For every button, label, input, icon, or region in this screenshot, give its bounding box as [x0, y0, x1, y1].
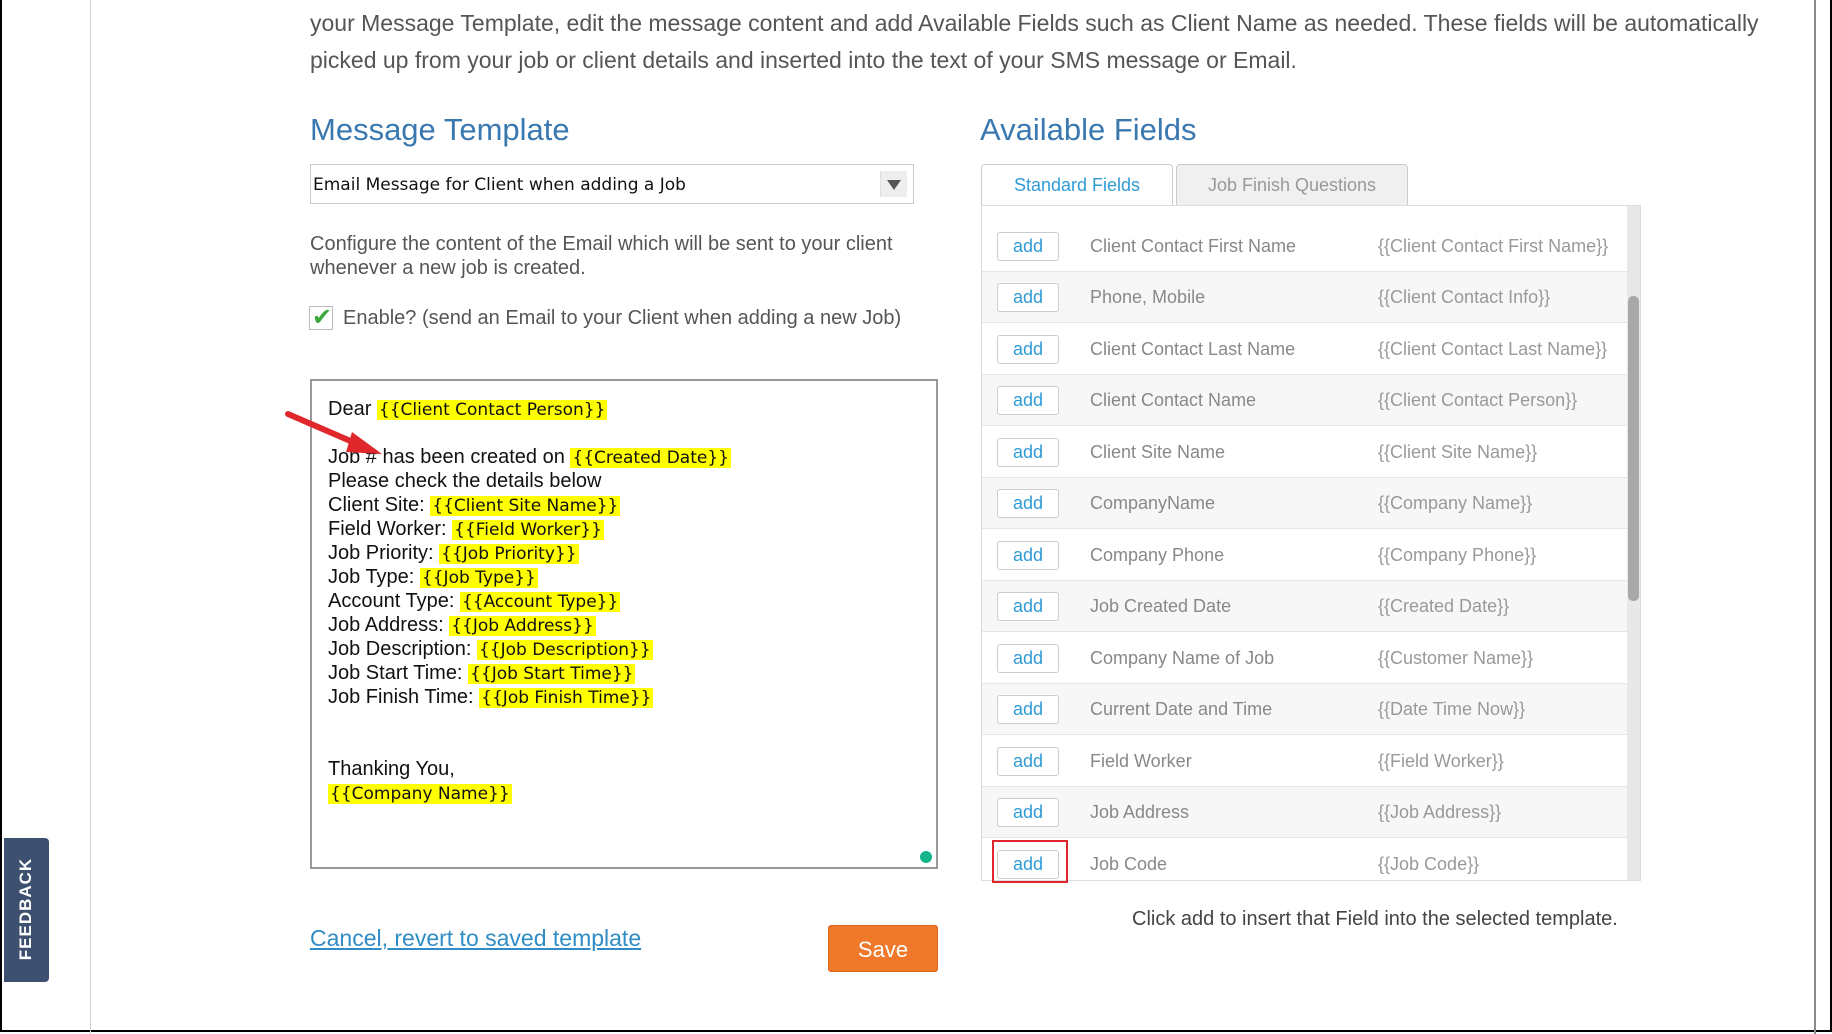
field-token: {{Client Site Name}} — [430, 496, 621, 516]
tab-job-finish-questions[interactable]: Job Finish Questions — [1176, 164, 1408, 205]
template-description: Configure the content of the Email which… — [310, 233, 893, 279]
field-token: {{Job Type}} — [419, 568, 538, 588]
field-row: add Job Code {{Job Code}} — [982, 839, 1628, 880]
field-row: add CompanyName {{Company Name}} — [982, 478, 1628, 529]
add-button[interactable]: add — [997, 283, 1059, 312]
add-button[interactable]: add — [997, 386, 1059, 415]
body-line: Job Type: {{Job Type}} — [328, 566, 538, 588]
body-line: Job Finish Time: {{Job Finish Time}} — [328, 686, 654, 708]
feedback-tab[interactable]: FEEDBACK — [4, 838, 49, 982]
resize-grip-icon[interactable] — [920, 851, 932, 863]
body-line: Job Start Time: {{Job Start Time}} — [328, 662, 636, 684]
red-arrow-annotation — [285, 411, 382, 454]
body-line: Thanking You, — [328, 758, 455, 780]
field-token: {{Created Date}} — [570, 448, 731, 468]
intro-text: your Message Template, edit the message … — [310, 10, 1759, 73]
field-row: add Client Contact Last Name {{Client Cont… — [982, 324, 1628, 375]
field-row: add Company Name of Job {{Customer Name}} — [982, 633, 1628, 684]
left-divider — [90, 0, 91, 1034]
field-token: {{Job Address}} — [449, 616, 596, 636]
field-token: {{Job Start Time}} — [468, 664, 636, 684]
add-button[interactable]: add — [997, 747, 1059, 776]
body-line: Client Site: {{Client Site Name}} — [328, 494, 621, 516]
field-token: {{Job Description}} — [476, 640, 653, 660]
field-row: add Client Site Name {{Client Site Name}} — [982, 427, 1628, 478]
add-button[interactable]: add — [997, 489, 1059, 518]
enable-checkbox[interactable]: ✔ — [309, 303, 333, 331]
field-row: add Job Created Date {{Created Date}} — [982, 581, 1628, 632]
callout-highlight-box — [992, 840, 1068, 883]
field-token: {{Field Worker}} — [452, 520, 604, 540]
add-button[interactable]: add — [997, 335, 1059, 364]
feedback-label: FEEDBACK — [16, 857, 35, 961]
field-token: {{Company Name}} — [328, 784, 512, 804]
tab-standard-fields[interactable]: Standard Fields — [981, 164, 1173, 205]
field-row: add Client Contact First Name {{Client Con… — [982, 221, 1628, 272]
field-row: add Phone, Mobile {{Client Contact Info}} — [982, 272, 1628, 323]
available-fields-heading: Available Fields — [980, 112, 1197, 147]
message-template-heading: Message Template — [310, 112, 570, 147]
field-row: add Company Phone {{Company Phone}} — [982, 530, 1628, 581]
fields-scrollbar[interactable] — [1627, 206, 1640, 880]
add-button[interactable]: add — [997, 644, 1059, 673]
scrollbar-thumb[interactable] — [1628, 296, 1639, 601]
body-line: Account Type: {{Account Type}} — [328, 590, 621, 612]
add-button[interactable]: add — [997, 798, 1059, 827]
message-body-editor[interactable]: Dear {{Client Contact Person}} Job # has… — [310, 379, 938, 869]
body-line: {{Company Name}} — [328, 782, 512, 805]
add-button[interactable]: add — [997, 438, 1059, 467]
field-token: {{Job Priority}} — [439, 544, 579, 564]
body-line: Job Address: {{Job Address}} — [328, 614, 596, 636]
template-select-value: Email Message for Client when adding a J… — [313, 175, 686, 195]
field-row: add Current Date and Time {{Date Time Now}… — [982, 684, 1628, 735]
field-row: add Job Address {{Job Address}} — [982, 787, 1628, 838]
field-row: add Field Worker {{Field Worker}} — [982, 736, 1628, 787]
fields-list[interactable]: add Client Contact First Name {{Client Con… — [981, 205, 1641, 881]
add-button[interactable]: add — [997, 592, 1059, 621]
add-button[interactable]: add — [997, 232, 1059, 261]
body-line: Field Worker: {{Field Worker}} — [328, 518, 604, 540]
field-token: {{Client Contact Person}} — [376, 400, 608, 420]
template-select[interactable]: Email Message for Client when adding a J… — [310, 164, 914, 204]
chevron-down-icon[interactable] — [880, 171, 907, 197]
enable-label: Enable? (send an Email to your Client wh… — [343, 307, 902, 329]
right-divider — [1814, 0, 1816, 1034]
fields-help-text: Click add to insert that Field into the … — [1132, 908, 1618, 930]
body-line: Job Priority: {{Job Priority}} — [328, 542, 579, 564]
cancel-link[interactable]: Cancel, revert to saved template — [310, 925, 641, 952]
field-token: {{Account Type}} — [459, 592, 621, 612]
add-button[interactable]: add — [997, 541, 1059, 570]
checkmark-icon: ✔ — [312, 303, 333, 331]
add-button[interactable]: add — [997, 695, 1059, 724]
body-line: Please check the details below — [328, 470, 602, 492]
field-row: add Client Contact Name {{Client Contact P… — [982, 375, 1628, 426]
body-line: Job Description: {{Job Description}} — [328, 638, 653, 660]
field-token: {{Job Finish Time}} — [479, 688, 654, 708]
save-button[interactable]: Save — [828, 925, 938, 972]
